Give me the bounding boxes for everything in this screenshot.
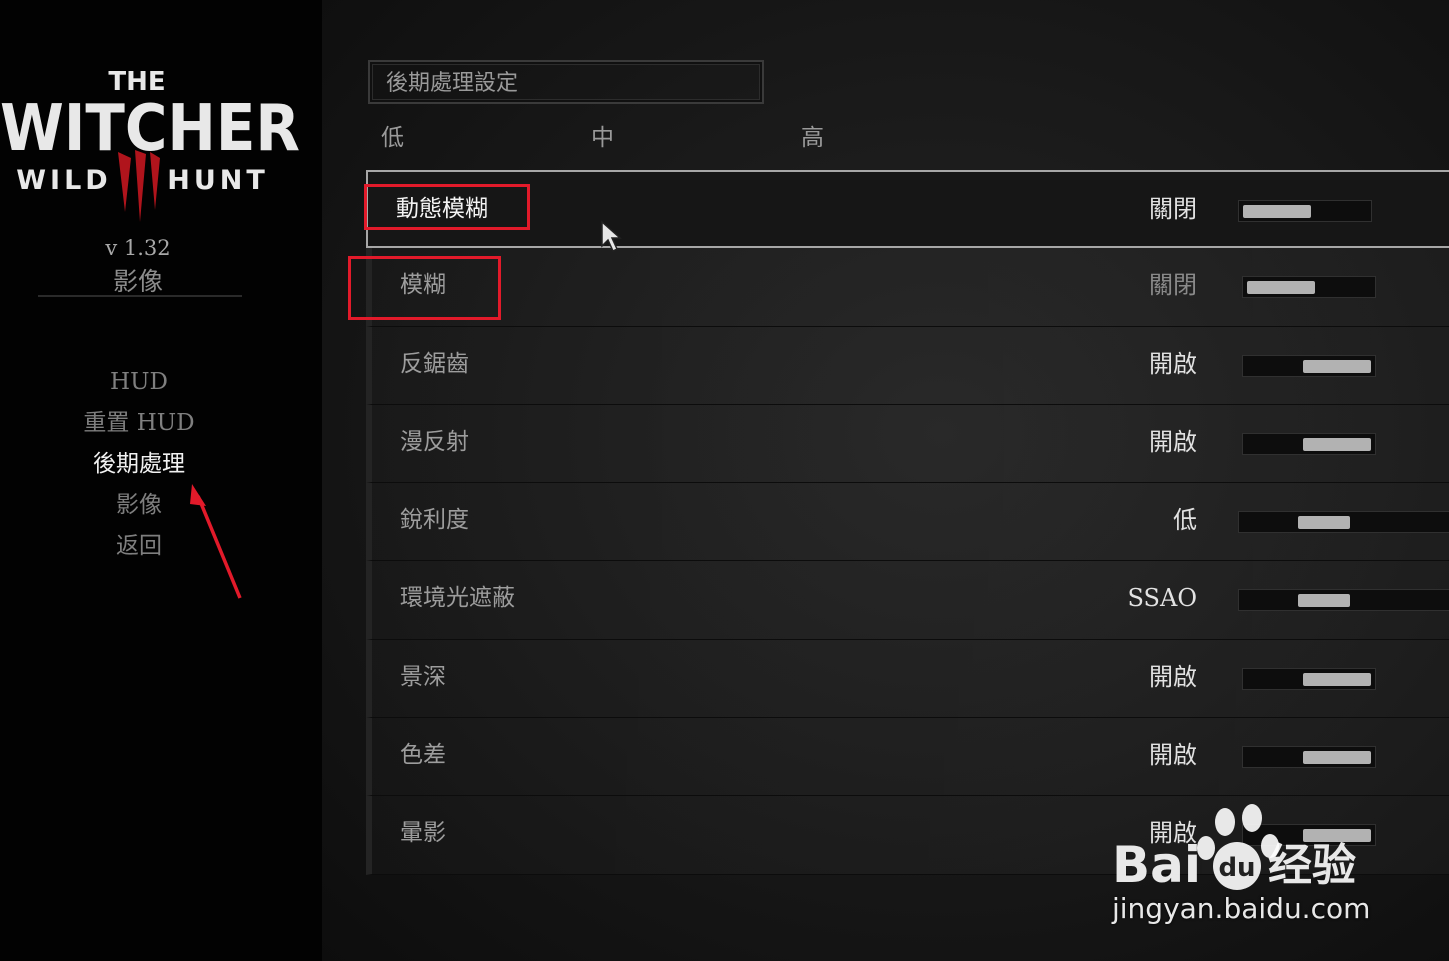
setting-value: 開啟 [1149, 662, 1197, 691]
setting-value: 關閉 [1149, 271, 1197, 300]
version-label: v 1.32 [105, 236, 171, 260]
setting-row-blur[interactable]: 模糊 關閉 [366, 248, 1449, 327]
watermark-url: jingyan.baidu.com [1112, 892, 1371, 925]
setting-label: 景深 [400, 663, 446, 690]
setting-row-depth-of-field[interactable]: 景深 開啟 [366, 639, 1449, 719]
setting-label: 反鋸齒 [400, 350, 469, 377]
settings-list: 動態模糊 關閉 模糊 關閉 反鋸齒 開啟 漫反射 開啟 銳利度 低 環境光遮蔽 … [366, 170, 1449, 875]
panel-title: 後期處理設定 [368, 60, 764, 104]
setting-row-anti-aliasing[interactable]: 反鋸齒 開啟 [366, 326, 1449, 405]
setting-label: 色差 [400, 742, 446, 769]
svg-text:经验: 经验 [1268, 840, 1356, 891]
setting-row-bloom[interactable]: 漫反射 開啟 [366, 404, 1449, 484]
slider-thumb[interactable] [1303, 751, 1371, 765]
slider-thumb[interactable] [1298, 516, 1350, 530]
witcher-logo: THE WITCHER WILD HUNT [0, 67, 300, 222]
slider-thumb[interactable] [1303, 359, 1371, 373]
annotation-highlight-box [348, 256, 501, 320]
setting-row-ambient-occlusion[interactable]: 環境光遮蔽 SSAO [366, 561, 1449, 640]
option-slider[interactable] [1238, 589, 1449, 612]
toggle-slider[interactable] [1242, 354, 1376, 377]
setting-label: 環境光遮蔽 [400, 585, 515, 612]
preset-low[interactable]: 低 [381, 118, 404, 152]
sidebar: THE WITCHER WILD HUNT v 1.32 影像 HUD 重置 H… [0, 0, 322, 961]
slider-thumb[interactable] [1243, 205, 1311, 218]
toggle-slider[interactable] [1242, 667, 1376, 690]
svg-text:WILD: WILD [16, 165, 111, 196]
setting-value: SSAO [1127, 584, 1197, 613]
slider-thumb[interactable] [1247, 281, 1315, 295]
svg-text:Bai: Bai [1112, 836, 1201, 894]
svg-text:HUNT: HUNT [167, 165, 269, 196]
menu-item-reset-hud[interactable]: 重置 HUD [0, 407, 278, 448]
setting-value: 開啟 [1149, 427, 1197, 456]
setting-value: 開啟 [1149, 349, 1197, 378]
toggle-slider[interactable] [1242, 432, 1376, 455]
toggle-slider[interactable] [1242, 746, 1376, 769]
setting-label: 銳利度 [400, 507, 469, 534]
annotation-highlight-box [364, 184, 530, 230]
setting-value: 開啟 [1149, 741, 1197, 770]
preset-high[interactable]: 高 [801, 118, 824, 152]
setting-row-sharpening[interactable]: 銳利度 低 [366, 483, 1449, 562]
option-slider[interactable] [1238, 511, 1449, 534]
menu-item-hud[interactable]: HUD [0, 366, 278, 407]
section-title: 影像 [112, 267, 163, 296]
setting-value: 關閉 [1149, 195, 1197, 223]
setting-label: 暈影 [400, 820, 446, 847]
svg-text:du: du [1218, 853, 1255, 883]
mouse-cursor-icon [601, 220, 622, 253]
toggle-slider[interactable] [1242, 276, 1376, 299]
slider-thumb[interactable] [1303, 672, 1371, 686]
setting-value: 低 [1173, 506, 1197, 535]
slider-thumb[interactable] [1303, 437, 1371, 451]
setting-row-chromatic-aberration[interactable]: 色差 開啟 [366, 718, 1449, 797]
setting-label: 漫反射 [400, 428, 469, 455]
sidebar-divider [38, 295, 242, 297]
annotation-arrow-icon [190, 484, 242, 599]
slider-thumb[interactable] [1298, 594, 1350, 608]
toggle-slider[interactable] [1238, 200, 1372, 222]
preset-medium[interactable]: 中 [591, 118, 614, 152]
svg-text:WITCHER: WITCHER [0, 92, 300, 166]
